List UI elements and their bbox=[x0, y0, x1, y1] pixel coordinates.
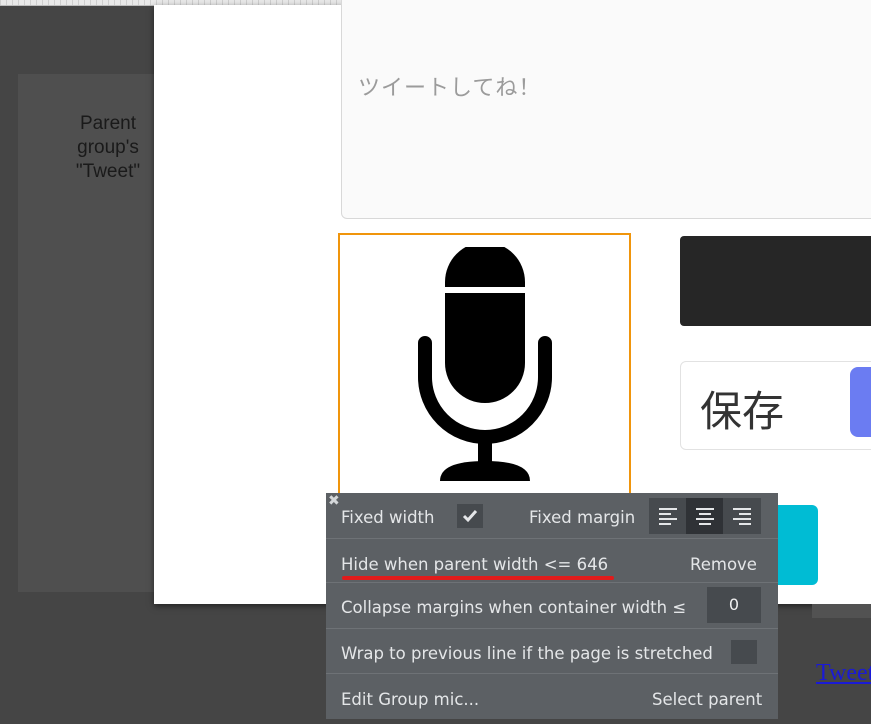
align-right-button[interactable] bbox=[723, 498, 760, 534]
tweet-input-box[interactable] bbox=[341, 0, 871, 219]
fixed-margin-label: Fixed margin bbox=[529, 508, 636, 527]
footer-row: Edit Group mic... Select parent bbox=[326, 674, 778, 719]
select-parent-link[interactable]: Select parent bbox=[652, 690, 762, 709]
wrap-row: Wrap to previous line if the page is str… bbox=[326, 629, 778, 674]
responsive-popup: ✖ Fixed width Fixed margin Hide when par… bbox=[326, 493, 778, 719]
wrap-label: Wrap to previous line if the page is str… bbox=[341, 644, 713, 663]
collapse-margins-label: Collapse margins when container width ≤ bbox=[341, 598, 687, 617]
dark-button[interactable] bbox=[680, 236, 871, 326]
align-center-button[interactable] bbox=[686, 498, 723, 534]
fixed-width-row: Fixed width Fixed margin bbox=[326, 493, 778, 539]
align-left-icon bbox=[658, 508, 677, 525]
fixed-width-checkbox[interactable] bbox=[457, 504, 483, 528]
tweet-link[interactable]: Tweet bbox=[816, 660, 871, 687]
alignment-group bbox=[649, 498, 761, 534]
fixed-width-label: Fixed width bbox=[341, 508, 435, 527]
purple-icon-button[interactable] bbox=[850, 367, 871, 437]
save-label: 保存 bbox=[700, 387, 785, 436]
hide-when-label[interactable]: Hide when parent width <= 646 bbox=[341, 555, 608, 574]
microphone-icon bbox=[418, 247, 552, 481]
collapse-margins-row: Collapse margins when container width ≤ … bbox=[326, 583, 778, 629]
grey-strip bbox=[812, 604, 871, 618]
checkmark-icon bbox=[462, 510, 478, 523]
background-group-text: Parent group's "Tweet" bbox=[75, 113, 141, 182]
mic-group-selected[interactable] bbox=[338, 233, 631, 503]
remove-button[interactable]: Remove bbox=[690, 555, 757, 574]
tweet-placeholder: ツイートしてね！ bbox=[358, 76, 542, 101]
highlight-underline bbox=[342, 576, 614, 580]
wrap-checkbox[interactable] bbox=[731, 640, 757, 664]
align-center-icon bbox=[695, 508, 714, 525]
edit-group-link[interactable]: Edit Group mic... bbox=[341, 690, 479, 709]
align-left-button[interactable] bbox=[649, 498, 686, 534]
collapse-width-input[interactable]: 0 bbox=[707, 587, 761, 623]
align-right-icon bbox=[732, 508, 751, 525]
